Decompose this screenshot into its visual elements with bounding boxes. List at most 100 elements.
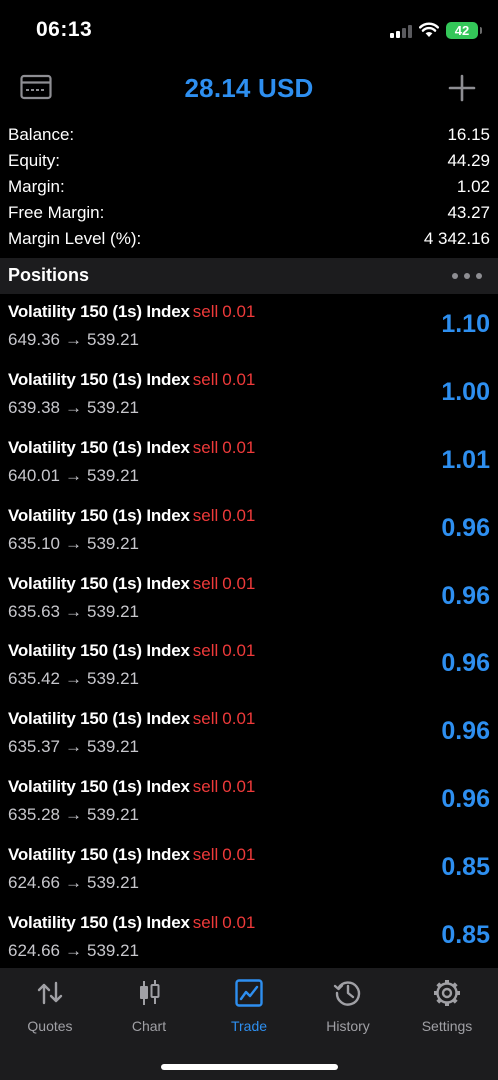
status-bar: 06:13 42 bbox=[0, 0, 498, 62]
position-profit: 0.96 bbox=[441, 649, 490, 678]
price-arrow: → bbox=[65, 737, 82, 757]
tab-label: Settings bbox=[421, 1018, 473, 1034]
position-open-price: 635.37 bbox=[8, 737, 60, 757]
summary-value: 44.29 bbox=[447, 151, 490, 170]
position-profit: 1.01 bbox=[441, 445, 490, 474]
position-symbol: Volatility 150 (1s) Index bbox=[8, 573, 190, 593]
position-current-price: 539.21 bbox=[87, 465, 139, 485]
position-open-price: 640.01 bbox=[8, 465, 60, 485]
position-open-price: 635.63 bbox=[8, 601, 60, 621]
summary-label: Equity: bbox=[8, 151, 60, 170]
add-order-icon[interactable] bbox=[448, 74, 476, 102]
position-volume: 0.01 bbox=[222, 369, 256, 389]
tab-quotes[interactable]: Quotes bbox=[0, 978, 100, 1038]
position-current-price: 539.21 bbox=[87, 805, 139, 825]
summary-row-margin-level: Margin Level (%): 4 342.16 bbox=[0, 226, 498, 252]
battery-level: 42 bbox=[454, 23, 470, 38]
cellular-signal-icon bbox=[390, 25, 412, 38]
price-arrow: → bbox=[65, 873, 82, 893]
bottom-tab-bar: Quotes Chart Trade History Settings bbox=[0, 968, 498, 1080]
position-current-price: 539.21 bbox=[87, 669, 139, 689]
wifi-icon bbox=[419, 22, 439, 37]
position-open-price: 624.66 bbox=[8, 941, 60, 961]
summary-row-free-margin: Free Margin: 43.27 bbox=[0, 200, 498, 226]
position-profit: 1.00 bbox=[441, 377, 490, 406]
account-summary: Balance: 16.15 Equity: 44.29 Margin: 1.0… bbox=[0, 122, 498, 252]
quotes-arrows-icon bbox=[37, 981, 63, 1005]
position-row[interactable]: Volatility 150 (1s) Index sell 0.01 639.38… bbox=[0, 364, 498, 432]
position-volume: 0.01 bbox=[222, 641, 256, 661]
tab-label: Chart bbox=[131, 1018, 167, 1034]
tab-trade[interactable]: Trade bbox=[199, 978, 299, 1038]
battery-icon: 42 bbox=[446, 22, 482, 39]
position-open-price: 649.36 bbox=[8, 330, 60, 349]
position-volume: 0.01 bbox=[222, 709, 256, 729]
price-arrow: → bbox=[65, 533, 82, 553]
history-clock-icon bbox=[333, 981, 361, 1006]
position-row[interactable]: Volatility 150 (1s) Index sell 0.01 635.37… bbox=[0, 703, 498, 771]
position-profit: 1.10 bbox=[441, 310, 490, 338]
position-side: sell bbox=[192, 369, 219, 389]
position-volume: 0.01 bbox=[222, 777, 256, 797]
tab-chart[interactable]: Chart bbox=[99, 978, 199, 1038]
price-arrow: → bbox=[65, 330, 82, 349]
position-current-price: 539.21 bbox=[87, 330, 139, 349]
home-indicator[interactable] bbox=[161, 1064, 338, 1070]
position-side: sell bbox=[192, 573, 219, 593]
position-row[interactable]: Volatility 150 (1s) Index sell 0.01 624.66… bbox=[0, 839, 498, 907]
summary-value: 1.02 bbox=[456, 177, 490, 196]
candlestick-icon bbox=[140, 980, 160, 1005]
gear-icon bbox=[434, 980, 460, 1006]
position-side: sell bbox=[192, 845, 219, 865]
position-profit: 0.96 bbox=[441, 717, 490, 746]
position-volume: 0.01 bbox=[222, 302, 256, 321]
summary-value: 16.15 bbox=[447, 125, 490, 144]
position-side: sell bbox=[192, 777, 219, 797]
price-arrow: → bbox=[65, 465, 82, 485]
position-row[interactable]: Volatility 150 (1s) Index sell 0.01 635.42… bbox=[0, 635, 498, 703]
tab-history[interactable]: History bbox=[298, 978, 398, 1038]
position-row[interactable]: Volatility 150 (1s) Index sell 0.01 635.63… bbox=[0, 568, 498, 636]
summary-label: Margin Level (%): bbox=[8, 229, 142, 248]
position-current-price: 539.21 bbox=[87, 533, 139, 553]
position-current-price: 539.21 bbox=[87, 873, 139, 893]
position-symbol: Volatility 150 (1s) Index bbox=[8, 777, 190, 797]
summary-label: Free Margin: bbox=[8, 203, 105, 222]
summary-row-equity: Equity: 44.29 bbox=[0, 148, 498, 174]
position-row[interactable]: Volatility 150 (1s) Index sell 0.01 640.01… bbox=[0, 432, 498, 500]
more-options-icon[interactable] bbox=[452, 273, 482, 281]
position-symbol: Volatility 150 (1s) Index bbox=[8, 302, 190, 321]
position-open-price: 635.42 bbox=[8, 669, 60, 689]
summary-value: 43.27 bbox=[447, 203, 490, 222]
position-open-price: 635.10 bbox=[8, 533, 60, 553]
position-volume: 0.01 bbox=[222, 845, 256, 865]
summary-row-balance: Balance: 16.15 bbox=[0, 122, 498, 148]
summary-row-margin: Margin: 1.02 bbox=[0, 174, 498, 200]
price-arrow: → bbox=[65, 601, 82, 621]
position-row[interactable]: Volatility 150 (1s) Index sell 0.01 635.10… bbox=[0, 500, 498, 568]
position-side: sell bbox=[192, 913, 219, 933]
positions-list: Volatility 150 (1s) Index sell 0.01 649.36… bbox=[0, 296, 498, 975]
position-side: sell bbox=[192, 302, 219, 321]
position-current-price: 539.21 bbox=[87, 737, 139, 757]
position-row[interactable]: Volatility 150 (1s) Index sell 0.01 624.66… bbox=[0, 907, 498, 975]
position-volume: 0.01 bbox=[222, 573, 256, 593]
position-profit: 0.96 bbox=[441, 513, 490, 542]
position-symbol: Volatility 150 (1s) Index bbox=[8, 505, 190, 525]
account-header: 28.14 USD bbox=[0, 62, 498, 118]
position-profit: 0.96 bbox=[441, 581, 490, 610]
position-current-price: 539.21 bbox=[87, 397, 139, 417]
price-arrow: → bbox=[65, 669, 82, 689]
position-symbol: Volatility 150 (1s) Index bbox=[8, 913, 190, 933]
position-current-price: 539.21 bbox=[87, 941, 139, 961]
price-arrow: → bbox=[65, 805, 82, 825]
summary-label: Balance: bbox=[8, 125, 75, 144]
tab-label: Trade bbox=[230, 1018, 268, 1034]
position-row[interactable]: Volatility 150 (1s) Index sell 0.01 649.36… bbox=[0, 296, 498, 364]
position-profit: 0.96 bbox=[441, 785, 490, 814]
position-row[interactable]: Volatility 150 (1s) Index sell 0.01 635.28… bbox=[0, 771, 498, 839]
tab-settings[interactable]: Settings bbox=[397, 978, 497, 1038]
position-open-price: 624.66 bbox=[8, 873, 60, 893]
price-arrow: → bbox=[65, 397, 82, 417]
position-symbol: Volatility 150 (1s) Index bbox=[8, 641, 190, 661]
